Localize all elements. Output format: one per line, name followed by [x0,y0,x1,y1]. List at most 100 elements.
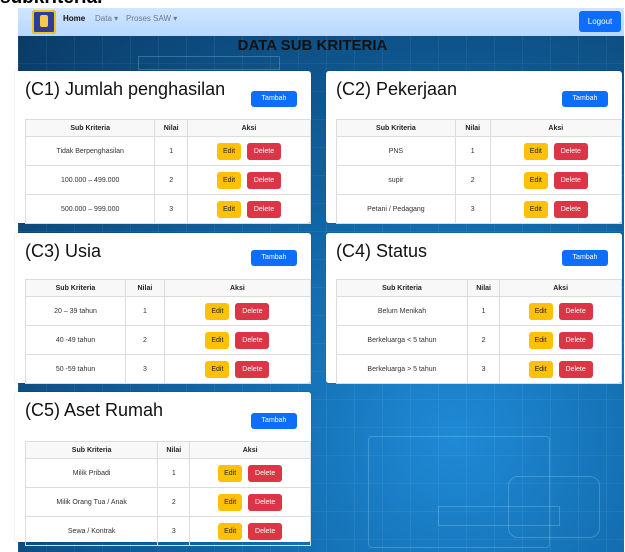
edit-button[interactable]: Edit [216,171,241,189]
cell-nilai: 2 [454,165,491,195]
edit-button[interactable]: Edit [216,142,241,160]
top-navbar: Home Data ▾ Proses SAW ▾ Logout [18,8,624,37]
card-title: (C4) Status [336,241,428,261]
delete-button[interactable]: Delete [246,171,281,189]
subkriteria-table: Sub Kriteria Nilai Aksi Belum Menikah 1 … [336,279,622,384]
cell-aksi: Edit Delete [163,325,312,355]
delete-button[interactable]: Delete [235,302,270,320]
cell-aksi: Edit Delete [499,325,622,355]
card-c2: (C2) Pekerjaan Tambah Sub Kriteria Nilai… [326,71,623,224]
cell-nilai: 1 [154,136,188,166]
edit-button[interactable]: Edit [205,331,230,349]
cell-nilai: 3 [466,354,501,384]
delete-button[interactable]: Delete [553,142,588,160]
nav-proses-saw-dropdown[interactable]: Proses SAW ▾ [126,14,177,23]
cell-sub: supir [336,165,456,195]
logout-button[interactable]: Logout [579,11,621,32]
delete-button[interactable]: Delete [248,464,283,482]
delete-button[interactable]: Delete [558,331,593,349]
cell-aksi: Edit Delete [489,136,623,166]
cell-sub: Belum Menikah [336,296,468,326]
header-sub-kriteria: Sub Kriteria [336,119,456,137]
cell-sub: Sewa / Kontrak [24,516,159,546]
cell-nilai: 3 [454,194,491,224]
header-sub-kriteria: Sub Kriteria [24,119,156,137]
table-row: PNS 1 Edit Delete [336,136,623,166]
cell-aksi: Edit Delete [189,516,311,546]
cell-aksi: Edit Delete [186,165,312,195]
cell-sub: Berkeluarga < 5 tahun [336,325,468,355]
cell-sub: 500.000 – 999.000 [24,194,156,224]
card-c1: (C1) Jumlah penghasilan Tambah Sub Krite… [15,71,312,224]
header-nilai: Nilai [466,279,501,297]
app-screen: subkriteria. Home Data ▾ Proses SAW ▾ Lo… [0,0,625,552]
cell-sub: Tidak Berpenghasilan [24,136,156,166]
edit-button[interactable]: Edit [528,302,553,320]
cell-nilai: 1 [157,458,191,488]
tambah-button[interactable]: Tambah [251,250,297,266]
table-row: 50 -59 tahun 3 Edit Delete [25,354,312,384]
table-row: Berkeluarga > 5 tahun 3 Edit Delete [336,354,622,384]
cell-sub: Milik Pribadi [24,458,159,488]
cell-aksi: Edit Delete [499,354,622,384]
nav-data-dropdown[interactable]: Data ▾ [95,14,118,23]
header-aksi: Aksi [163,279,312,297]
edit-button[interactable]: Edit [523,200,548,218]
cell-sub: 50 -59 tahun [25,354,126,384]
edit-button[interactable]: Edit [218,522,243,540]
table-row: 500.000 – 999.000 3 Edit Delete [24,194,312,224]
cell-nilai: 1 [124,296,165,326]
tambah-button[interactable]: Tambah [251,413,297,429]
delete-button[interactable]: Delete [235,360,270,378]
delete-button[interactable]: Delete [248,522,283,540]
delete-button[interactable]: Delete [558,302,593,320]
edit-button[interactable]: Edit [218,464,243,482]
edit-button[interactable]: Edit [218,493,243,511]
cell-aksi: Edit Delete [489,165,623,195]
delete-button[interactable]: Delete [246,142,281,160]
table-row: 20 – 39 tahun 1 Edit Delete [25,296,312,326]
edit-button[interactable]: Edit [205,360,230,378]
table-row: Petani / Pedagang 3 Edit Delete [336,194,623,224]
table-row: 100.000 – 499.000 2 Edit Delete [24,165,312,195]
header-aksi: Aksi [499,279,622,297]
edit-button[interactable]: Edit [528,360,553,378]
top-cropped-header: subkriteria. [0,0,625,8]
edit-button[interactable]: Edit [523,142,548,160]
edit-button[interactable]: Edit [205,302,230,320]
tambah-button[interactable]: Tambah [251,91,297,107]
delete-button[interactable]: Delete [235,331,270,349]
delete-button[interactable]: Delete [553,200,588,218]
tambah-button[interactable]: Tambah [562,250,608,266]
table-row: Sewa / Kontrak 3 Edit Delete [24,516,311,546]
circuit-line [138,56,280,70]
cell-nilai: 3 [154,194,188,224]
header-nilai: Nilai [124,279,165,297]
delete-button[interactable]: Delete [246,200,281,218]
delete-button[interactable]: Delete [248,493,283,511]
header-aksi: Aksi [489,119,623,137]
logo-shield-icon [40,15,48,27]
header-sub-kriteria: Sub Kriteria [24,441,159,459]
cell-sub: Berkeluarga > 5 tahun [336,354,468,384]
table-row: supir 2 Edit Delete [336,165,623,195]
header-aksi: Aksi [186,119,312,137]
logo-icon [32,10,56,34]
edit-button[interactable]: Edit [216,200,241,218]
cell-nilai: 2 [466,325,501,355]
card-c4: (C4) Status Tambah Sub Kriteria Nilai Ak… [326,233,622,384]
edit-button[interactable]: Edit [523,171,548,189]
edit-button[interactable]: Edit [528,331,553,349]
circuit-panel [508,476,600,538]
card-c5: (C5) Aset Rumah Tambah Sub Kriteria Nila… [15,392,311,546]
delete-button[interactable]: Delete [553,171,588,189]
subkriteria-table: Sub Kriteria Nilai Aksi Milik Pribadi 1 … [24,441,311,546]
tambah-button[interactable]: Tambah [562,91,608,107]
cell-nilai: 2 [157,487,191,517]
delete-button[interactable]: Delete [558,360,593,378]
nav-home-link[interactable]: Home [63,14,85,23]
table-row: Milik Orang Tua / Anak 2 Edit Delete [24,487,311,517]
cell-nilai: 2 [124,325,165,355]
card-title: (C2) Pekerjaan [336,79,458,99]
page-title: DATA SUB KRITERIA [237,37,388,54]
